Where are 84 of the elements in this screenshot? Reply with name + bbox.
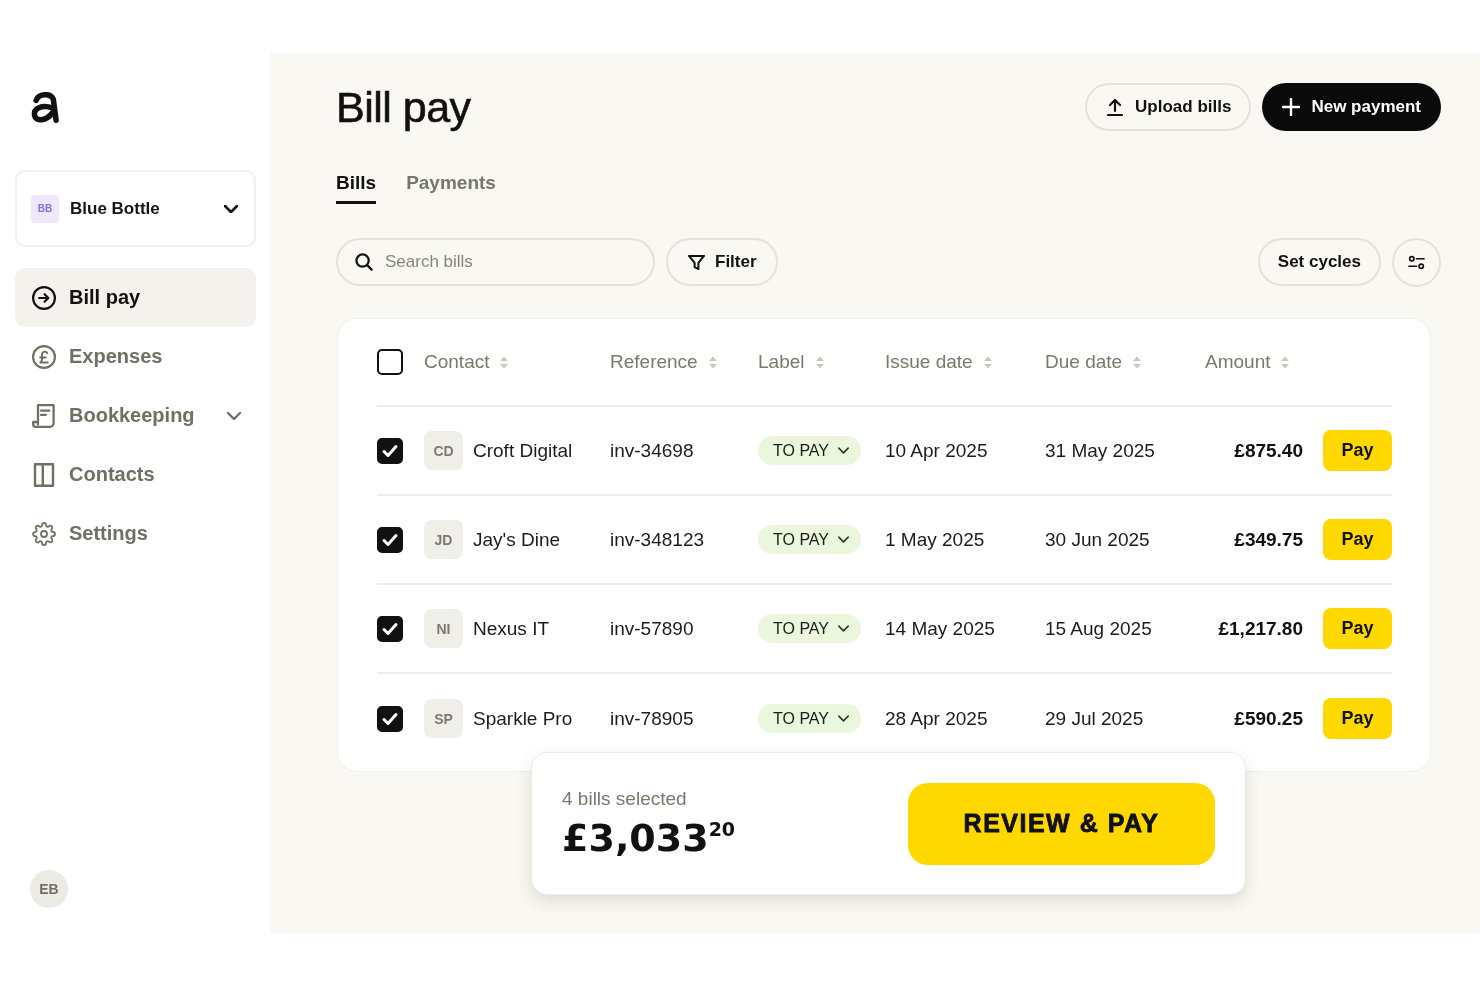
reference-text: inv-57890 — [610, 617, 694, 640]
new-payment-button[interactable]: New payment — [1262, 83, 1441, 131]
due-date: 31 May 2025 — [1045, 439, 1155, 462]
column-header[interactable]: Issue date — [885, 351, 993, 373]
sort-icon — [1132, 354, 1143, 370]
reference-text: inv-348123 — [610, 528, 705, 551]
contact-name: Nexus IT — [473, 617, 550, 640]
contact-avatar: SP — [424, 699, 463, 738]
label-dropdown[interactable]: TO PAY — [758, 436, 861, 465]
pay-button[interactable]: Pay — [1323, 608, 1392, 649]
nav-item[interactable]: Bookkeeping — [15, 386, 256, 445]
column-header[interactable]: Label — [758, 351, 825, 373]
tab[interactable]: Bills — [336, 171, 377, 204]
chevron-down-icon — [838, 536, 849, 543]
upload-icon — [1107, 98, 1124, 116]
columns-icon — [32, 462, 56, 487]
amount: £590.25 — [1234, 707, 1303, 730]
amount: £875.40 — [1234, 439, 1303, 462]
nav-item[interactable]: Bill pay — [15, 268, 256, 327]
due-date: 30 Jun 2025 — [1045, 528, 1150, 551]
chevron-down-icon — [838, 625, 849, 632]
issue-date: 28 Apr 2025 — [885, 707, 988, 730]
reference-text: inv-78905 — [610, 707, 694, 730]
contact-avatar: CD — [424, 431, 463, 470]
nav-item[interactable]: Settings — [15, 504, 256, 563]
pay-button[interactable]: Pay — [1323, 430, 1392, 471]
contact-name: Croft Digital — [473, 439, 573, 462]
issue-date: 10 Apr 2025 — [885, 439, 988, 462]
pay-button[interactable]: Pay — [1323, 698, 1392, 739]
label-dropdown[interactable]: TO PAY — [758, 704, 861, 733]
reference-text: inv-34698 — [610, 439, 694, 462]
chevron-down-icon — [838, 447, 849, 454]
checkbox[interactable] — [377, 526, 403, 553]
nav-item[interactable]: Expenses — [15, 327, 256, 386]
organization-selector[interactable]: BB Blue Bottle — [15, 170, 256, 247]
amount: £1,217.80 — [1218, 617, 1303, 640]
contact-name: Jay's Dine — [473, 528, 561, 551]
view-options-button[interactable] — [1392, 237, 1441, 287]
user-avatar[interactable]: EB — [30, 870, 68, 908]
contact-name: Sparkle Pro — [473, 707, 573, 730]
gear-icon — [32, 521, 56, 546]
label-dropdown[interactable]: TO PAY — [758, 525, 861, 554]
checkbox[interactable] — [377, 349, 403, 375]
sort-icon — [814, 354, 825, 370]
contact-avatar: NI — [424, 609, 463, 648]
sort-icon — [982, 354, 993, 370]
search-field[interactable]: Search bills — [336, 238, 655, 286]
set-cycles-button[interactable]: Set cycles — [1257, 238, 1381, 286]
upload-button[interactable]: Upload bills — [1085, 83, 1252, 131]
chevron-down-icon — [224, 204, 238, 213]
review-pay-button[interactable]: REVIEW & PAY — [908, 782, 1215, 865]
column-header[interactable]: Contact — [424, 351, 510, 373]
checkbox[interactable] — [377, 705, 403, 732]
pound-circle-icon — [32, 344, 56, 369]
sort-icon — [707, 354, 718, 370]
checkbox[interactable] — [377, 615, 403, 642]
column-header[interactable]: Due date — [1045, 351, 1143, 373]
issue-date: 1 May 2025 — [885, 528, 985, 551]
issue-date: 14 May 2025 — [885, 617, 995, 640]
logo-icon — [30, 92, 60, 123]
tab[interactable]: Payments — [406, 171, 496, 204]
column-header[interactable]: Amount — [1205, 351, 1291, 373]
selected-total: £3,033$^{20}$ — [562, 815, 736, 860]
due-date: 15 Aug 2025 — [1045, 617, 1152, 640]
page-title: Bill pay — [336, 82, 471, 132]
document-icon — [32, 403, 56, 428]
search-icon — [355, 253, 373, 271]
due-date: 29 Jul 2025 — [1045, 707, 1144, 730]
filter-button[interactable]: Filter — [666, 238, 778, 286]
column-header[interactable]: Reference — [610, 351, 718, 373]
selected-count: 4 bills selected — [562, 787, 687, 810]
filter-icon — [688, 254, 705, 270]
amount: £349.75 — [1234, 528, 1303, 551]
sort-icon — [1280, 354, 1291, 370]
checkbox[interactable] — [377, 437, 403, 464]
sliders-icon — [1408, 254, 1425, 270]
sort-icon — [499, 354, 510, 370]
org-avatar: BB — [31, 194, 59, 223]
label-dropdown[interactable]: TO PAY — [758, 614, 861, 643]
nav-item[interactable]: Contacts — [15, 445, 256, 504]
plus-icon — [1282, 98, 1301, 116]
chevron-down-icon — [838, 715, 849, 722]
contact-avatar: JD — [424, 520, 463, 559]
pay-button[interactable]: Pay — [1323, 519, 1392, 560]
